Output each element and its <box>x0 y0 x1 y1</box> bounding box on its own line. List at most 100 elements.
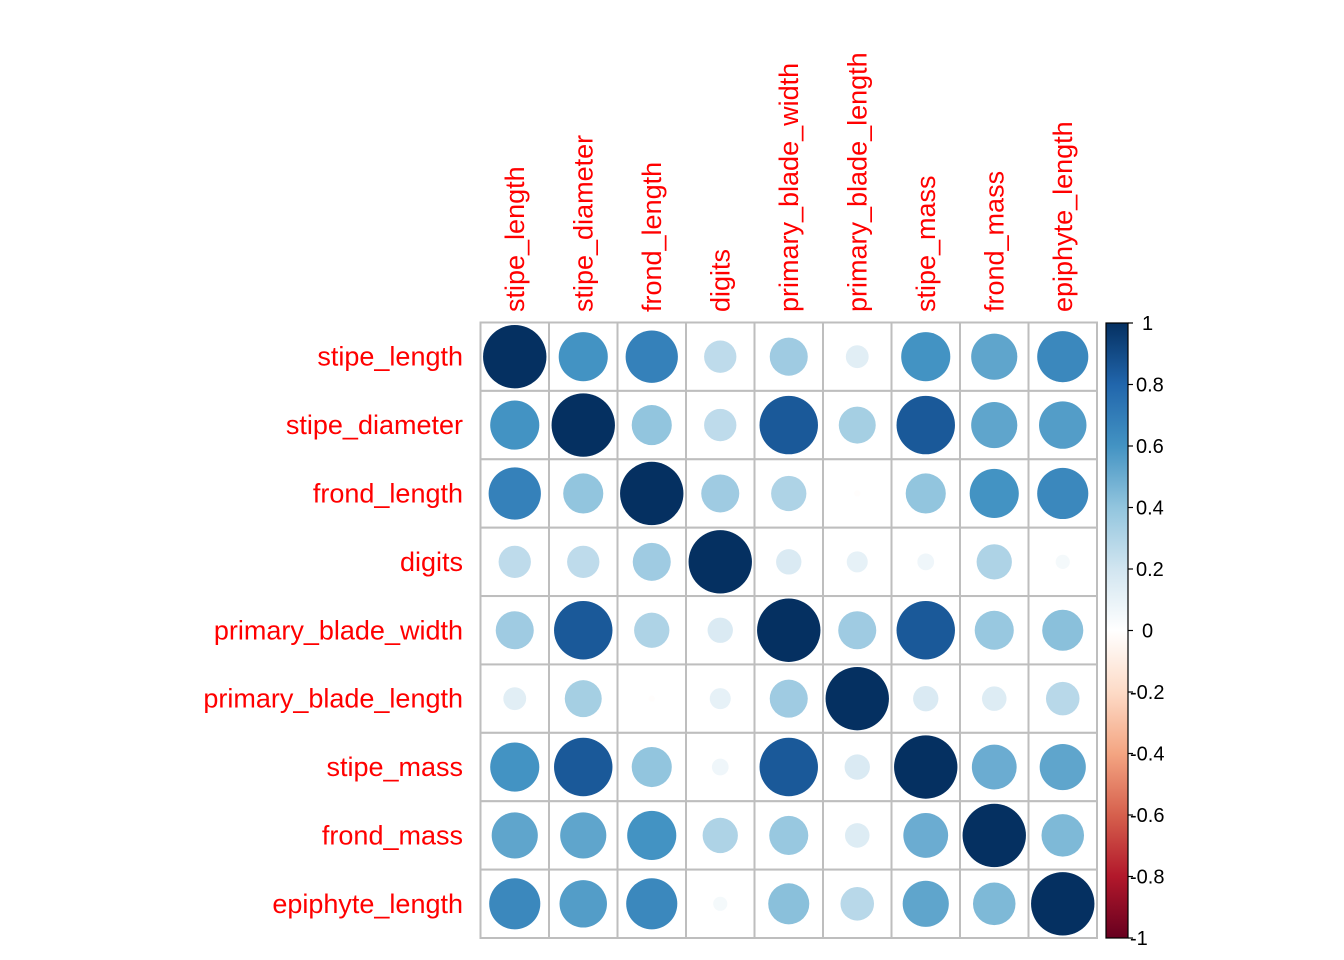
correlation-circle-primary_blade_length-frond_mass <box>981 686 1007 711</box>
correlation-circle-stipe_diameter-stipe_length <box>490 400 540 450</box>
correlation-circle-primary_blade_length-stipe_length <box>503 687 527 711</box>
row-label: primary_blade_width <box>214 615 463 645</box>
correlation-circle-digits-stipe_length <box>498 545 531 579</box>
correlation-circle-digits-stipe_diameter <box>567 545 600 579</box>
correlation-circle-frond_mass-stipe_diameter <box>560 812 607 859</box>
column-label: stipe_mass <box>911 175 941 312</box>
correlation-circle-stipe_diameter-primary_blade_length <box>838 406 876 444</box>
correlation-circle-primary_blade_width-epiphyte_length <box>1042 609 1084 651</box>
correlation-circle-stipe_diameter-digits <box>704 408 737 442</box>
correlation-circle-frond_length-primary_blade_width <box>771 475 807 512</box>
row-labels: stipe_length stipe_diameter frond_lengthdi… <box>203 342 463 919</box>
colorbar-tick-label: 0.6 <box>1136 436 1164 458</box>
correlation-circle-stipe_length-primary_blade_width <box>769 337 808 376</box>
correlation-circle-primary_blade_width-stipe_mass <box>896 601 955 660</box>
correlation-circle-digits-digits <box>688 530 752 594</box>
correlation-circle-primary_blade_width-primary_blade_width <box>757 598 821 662</box>
correlation-circle-primary_blade_width-primary_blade_length <box>838 611 877 650</box>
correlation-circle-digits-frond_mass <box>976 544 1012 580</box>
colorbar-tick-label: -0.8 <box>1130 867 1164 889</box>
correlation-circle-stipe_length-digits <box>704 340 737 373</box>
correlation-circle-stipe_length-frond_length <box>625 330 678 383</box>
correlation-circle-primary_blade_length-stipe_mass <box>913 685 939 712</box>
correlation-circle-frond_mass-primary_blade_length <box>844 823 870 848</box>
colorbar-tick-label: -0.6 <box>1130 805 1164 827</box>
row-label: frond_mass <box>322 820 463 850</box>
column-label: primary_blade_width <box>774 63 804 312</box>
correlation-circle-stipe_length-frond_mass <box>971 333 1018 380</box>
colorbar-tick-label: 0 <box>1142 621 1153 643</box>
correlation-circle-digits-primary_blade_width <box>776 549 802 575</box>
colorbar-tick-label: -0.2 <box>1130 682 1164 704</box>
column-label: digits <box>705 249 735 312</box>
correlation-circle-stipe_mass-frond_mass <box>971 744 1017 790</box>
correlation-circle-frond_length-epiphyte_length <box>1037 467 1089 520</box>
correlation-circle-frond_length-frond_mass <box>969 468 1019 519</box>
correlation-circle-stipe_mass-digits <box>711 758 729 776</box>
correlation-circle-primary_blade_width-digits <box>707 617 733 643</box>
column-label: stipe_length <box>500 166 530 312</box>
correlation-circle-primary_blade_length-stipe_diameter <box>564 680 602 718</box>
correlation-circle-stipe_diameter-frond_mass <box>971 402 1018 449</box>
correlation-circle-epiphyte_length-stipe_mass <box>902 880 949 927</box>
column-label: primary_blade_length <box>842 52 872 312</box>
correlation-circle-frond_length-digits <box>701 474 740 513</box>
correlation-circle-primary_blade_width-frond_mass <box>974 610 1014 650</box>
correlation-circle-epiphyte_length-primary_blade_length <box>840 887 875 921</box>
colorbar-tick-label: -0.4 <box>1130 744 1164 766</box>
column-label: epiphyte_length <box>1048 121 1078 312</box>
correlation-circle-frond_mass-frond_mass <box>962 803 1026 868</box>
column-label: stipe_diameter <box>568 135 598 312</box>
correlation-circle-stipe_mass-epiphyte_length <box>1039 743 1086 791</box>
correlation-circle-digits-stipe_mass <box>917 553 935 571</box>
correlation-circle-frond_mass-digits <box>702 817 738 854</box>
row-label: frond_length <box>313 478 463 508</box>
correlation-circle-stipe_length-stipe_diameter <box>558 332 608 382</box>
correlation-circle-frond_length-stipe_diameter <box>563 473 604 514</box>
correlation-circle-primary_blade_length-primary_blade_length <box>825 666 889 731</box>
correlation-circle-stipe_mass-frond_length <box>631 746 672 788</box>
correlation-circle-frond_mass-epiphyte_length <box>1041 814 1085 857</box>
correlation-circle-digits-primary_blade_length <box>846 551 868 573</box>
correlation-circle-stipe_diameter-epiphyte_length <box>1039 401 1087 449</box>
correlation-circle-epiphyte_length-frond_mass <box>972 882 1016 926</box>
correlation-circle-frond_length-stipe_mass <box>905 473 946 514</box>
correlation-circle-epiphyte_length-primary_blade_width <box>768 883 810 925</box>
correlation-circle-stipe_diameter-frond_length <box>631 405 672 446</box>
row-label: digits <box>400 547 463 577</box>
row-label: epiphyte_length <box>272 889 463 919</box>
correlation-circle-primary_blade_width-stipe_diameter <box>554 601 613 660</box>
correlation-circle-stipe_mass-stipe_mass <box>894 735 958 799</box>
correlation-circle-primary_blade_length-epiphyte_length <box>1045 681 1080 716</box>
correlation-circle-stipe_length-stipe_length <box>483 325 547 389</box>
colorbar-tick-label: 0.8 <box>1136 375 1164 397</box>
row-label: stipe_length <box>317 342 463 372</box>
correlation-circle-stipe_length-epiphyte_length <box>1037 331 1089 383</box>
colorbar-gradient <box>1106 323 1128 938</box>
correlation-circle-stipe_diameter-stipe_mass <box>896 395 955 455</box>
correlation-circle-stipe_length-primary_blade_length <box>845 345 869 369</box>
colorbar-tick-label: 0.2 <box>1136 559 1164 581</box>
correlation-circle-epiphyte_length-epiphyte_length <box>1031 872 1095 936</box>
correlation-circle-frond_mass-stipe_mass <box>903 813 949 858</box>
correlation-circle-stipe_mass-stipe_length <box>490 742 540 792</box>
column-label: frond_mass <box>979 171 1009 312</box>
correlation-circle-stipe_length-stipe_mass <box>901 332 951 382</box>
correlation-circle-primary_blade_length-frond_length <box>648 695 655 702</box>
row-label: stipe_diameter <box>286 410 463 440</box>
correlation-circle-frond_length-primary_blade_length <box>854 490 861 497</box>
row-label: stipe_mass <box>326 752 463 782</box>
correlation-circle-primary_blade_length-digits <box>709 688 731 710</box>
correlation-circle-frond_mass-stipe_length <box>491 812 538 859</box>
correlation-circle-stipe_mass-stipe_diameter <box>554 737 613 797</box>
colorbar-tick-label: 0.4 <box>1136 498 1164 520</box>
correlation-circle-frond_mass-primary_blade_width <box>769 815 809 855</box>
correlation-circle-primary_blade_length-primary_blade_width <box>769 679 808 718</box>
correlation-circle-epiphyte_length-stipe_length <box>489 878 541 930</box>
correlation-circle-frond_mass-frond_length <box>627 810 677 860</box>
correlation-circle-frond_length-stipe_length <box>488 467 541 520</box>
correlation-circle-stipe_mass-primary_blade_width <box>759 737 818 797</box>
colorbar: 1 0.8 0.6 0.4 0.2 0 -0.2 -0.4 -0.6 -0.8 -1 <box>1105 313 1164 950</box>
colorbar-tick-label: 1 <box>1142 313 1153 335</box>
column-labels: stipe_length stipe_diameter frond_length di… <box>500 52 1078 312</box>
